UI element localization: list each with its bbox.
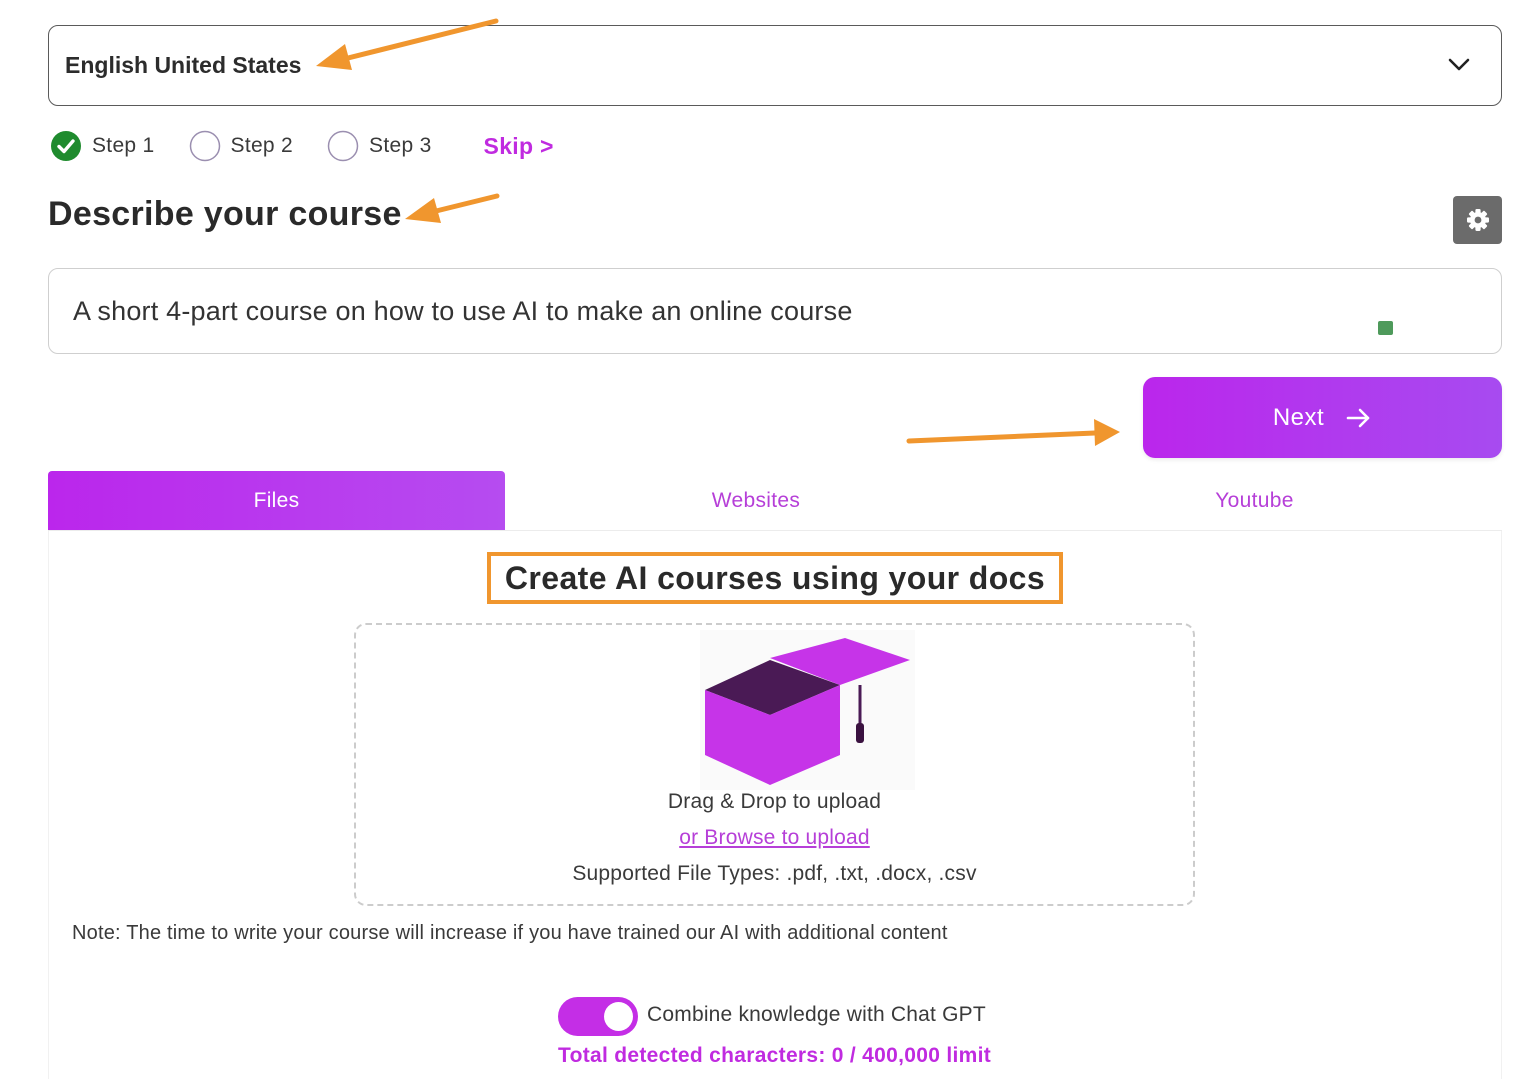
course-creator-page: English United States Step 1 Step 2 Step… bbox=[0, 0, 1536, 1079]
annotation-arrow-heading bbox=[425, 193, 500, 216]
empty-circle-icon bbox=[327, 130, 359, 162]
skip-link[interactable]: Skip > bbox=[484, 133, 554, 160]
gear-icon bbox=[1466, 209, 1489, 231]
step-1-label: Step 1 bbox=[92, 134, 155, 157]
browse-link[interactable]: or Browse to upload bbox=[354, 826, 1195, 850]
annotation-arrow-next bbox=[906, 430, 1098, 444]
combine-chatgpt-label: Combine knowledge with Chat GPT bbox=[647, 1003, 986, 1026]
language-select[interactable]: English United States bbox=[48, 25, 1502, 106]
supported-file-types: Supported File Types: .pdf, .txt, .docx,… bbox=[572, 862, 977, 885]
source-tabs: Files Websites Youtube bbox=[48, 471, 1502, 531]
toggle-knob bbox=[604, 1002, 633, 1031]
tab-files[interactable]: Files bbox=[48, 471, 505, 530]
next-button[interactable]: Next bbox=[1143, 377, 1502, 458]
panel-title: Create AI courses using your docs bbox=[487, 552, 1063, 604]
settings-button[interactable] bbox=[1453, 196, 1502, 244]
check-circle-icon bbox=[51, 131, 81, 161]
annotation-arrowhead-next bbox=[1094, 419, 1120, 446]
step-2[interactable]: Step 2 bbox=[189, 130, 294, 162]
training-note: Note: The time to write your course will… bbox=[72, 922, 948, 944]
tab-websites[interactable]: Websites bbox=[505, 471, 1007, 530]
course-description-input[interactable]: A short 4-part course on how to use AI t… bbox=[48, 268, 1502, 354]
step-indicator: Step 1 Step 2 Step 3 Skip > bbox=[50, 130, 554, 162]
combine-chatgpt-toggle[interactable] bbox=[558, 997, 638, 1036]
step-3-label: Step 3 bbox=[369, 134, 432, 157]
drag-drop-text: Drag & Drop to upload bbox=[667, 790, 882, 813]
arrow-right-icon bbox=[1346, 408, 1370, 427]
tab-youtube[interactable]: Youtube bbox=[1007, 471, 1502, 530]
step-2-label: Step 2 bbox=[230, 134, 294, 157]
character-count: Total detected characters: 0 / 400,000 l… bbox=[558, 1044, 991, 1067]
page-heading: Describe your course bbox=[48, 195, 402, 233]
graduation-cap-icon bbox=[700, 630, 915, 790]
chevron-down-icon bbox=[1448, 58, 1470, 71]
empty-circle-icon bbox=[189, 130, 220, 162]
course-description-value: A short 4-part course on how to use AI t… bbox=[73, 295, 853, 326]
annotation-arrowhead-heading bbox=[405, 198, 441, 223]
step-1[interactable]: Step 1 bbox=[50, 130, 155, 162]
step-3[interactable]: Step 3 bbox=[327, 130, 432, 162]
status-dot-icon bbox=[1378, 321, 1393, 335]
language-select-value: English United States bbox=[65, 52, 302, 78]
next-button-label: Next bbox=[1272, 403, 1325, 431]
